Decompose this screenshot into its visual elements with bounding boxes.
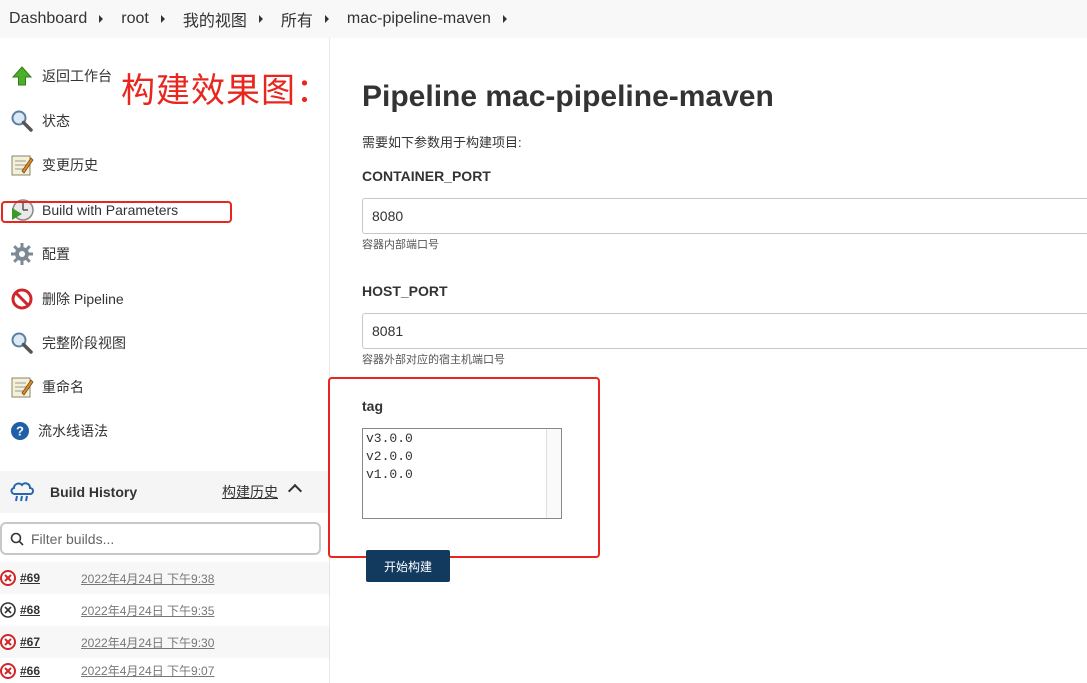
breadcrumb-dashboard[interactable]: Dashboard: [9, 10, 87, 28]
page-title: Pipeline mac-pipeline-maven: [362, 80, 774, 113]
build-date-link[interactable]: 2022年4月24日 下午9:07: [81, 662, 214, 679]
build-number-link[interactable]: #68: [20, 603, 40, 617]
task-changes[interactable]: 变更历史: [10, 152, 98, 178]
task-label: 完整阶段视图: [42, 335, 126, 351]
breadcrumb-arrow-icon[interactable]: [99, 15, 104, 23]
magnifier-icon: [10, 109, 34, 133]
build-date-link[interactable]: 2022年4月24日 下午9:35: [81, 602, 214, 619]
breadcrumb: Dashboard root 我的视图 所有 mac-pipeline-mave…: [0, 0, 1087, 38]
param-label-container-port: CONTAINER_PORT: [362, 168, 491, 184]
task-label: 删除 Pipeline: [42, 291, 124, 307]
aborted-status-icon: [0, 602, 16, 618]
param-help-container-port: 容器内部端口号: [362, 239, 439, 251]
build-row: #66 2022年4月24日 下午9:07: [0, 658, 329, 683]
task-configure[interactable]: 配置: [10, 241, 70, 267]
svg-text:?: ?: [16, 424, 24, 439]
task-full-stage-view[interactable]: 完整阶段视图: [10, 330, 126, 356]
task-status[interactable]: 状态: [10, 108, 70, 134]
breadcrumb-arrow-icon[interactable]: [324, 15, 329, 23]
filter-builds-input[interactable]: [31, 530, 291, 547]
task-label: 返回工作台: [42, 68, 112, 84]
task-label: 配置: [42, 246, 70, 262]
breadcrumb-arrow-icon[interactable]: [160, 15, 165, 23]
tag-option[interactable]: v1.0.0: [363, 466, 561, 484]
build-number-link[interactable]: #67: [20, 635, 40, 649]
notepad-icon: [10, 375, 34, 399]
up-arrow-icon: [10, 64, 34, 88]
failed-status-icon: [0, 634, 16, 650]
build-row: #69 2022年4月24日 下午9:38: [0, 562, 329, 594]
task-label: 流水线语法: [38, 423, 108, 439]
task-back-to-dashboard[interactable]: 返回工作台: [10, 63, 112, 89]
annotation-title: 构建效果图：: [121, 71, 331, 111]
highlight-box-build-params: [1, 201, 232, 223]
breadcrumb-root[interactable]: root: [121, 10, 149, 28]
param-help-host-port: 容器外部对应的宿主机端口号: [362, 354, 505, 366]
breadcrumb-my-view[interactable]: 我的视图: [183, 7, 247, 31]
build-history-title: Build History: [50, 484, 138, 500]
tag-option[interactable]: v2.0.0: [363, 448, 561, 466]
build-description: 需要如下参数用于构建项目:: [362, 135, 522, 150]
collapse-chevron-icon[interactable]: [287, 483, 303, 499]
param-input-container-port[interactable]: [362, 198, 1087, 234]
task-label: 状态: [42, 113, 70, 129]
breadcrumb-job[interactable]: mac-pipeline-maven: [347, 10, 491, 28]
cloud-rain-icon: [9, 481, 35, 508]
search-icon: [10, 532, 24, 546]
gear-icon: [10, 242, 34, 266]
param-label-host-port: HOST_PORT: [362, 283, 448, 299]
build-row: #67 2022年4月24日 下午9:30: [0, 626, 329, 658]
build-date-link[interactable]: 2022年4月24日 下午9:38: [81, 570, 214, 587]
help-icon: ?: [10, 421, 30, 441]
build-trend-link[interactable]: 构建历史: [222, 482, 278, 502]
build-date-link[interactable]: 2022年4月24日 下午9:30: [81, 634, 214, 651]
param-label-tag: tag: [362, 398, 383, 414]
start-build-button[interactable]: 开始构建: [366, 550, 450, 582]
tag-option[interactable]: v3.0.0: [363, 430, 561, 448]
task-pipeline-syntax[interactable]: ? 流水线语法: [10, 418, 108, 444]
breadcrumb-all[interactable]: 所有: [281, 7, 313, 31]
failed-status-icon: [0, 662, 16, 679]
task-label: 重命名: [42, 379, 84, 395]
notepad-icon: [10, 153, 34, 177]
breadcrumb-arrow-icon[interactable]: [258, 15, 263, 23]
scrollbar[interactable]: [546, 429, 561, 518]
build-history-header: Build History 构建历史: [0, 471, 329, 513]
build-row: #68 2022年4月24日 下午9:35: [0, 594, 329, 626]
build-number-link[interactable]: #69: [20, 571, 40, 585]
failed-status-icon: [0, 570, 16, 586]
task-delete-pipeline[interactable]: 删除 Pipeline: [10, 286, 124, 312]
filter-builds: [0, 522, 321, 555]
param-select-tag[interactable]: v3.0.0 v2.0.0 v1.0.0: [362, 428, 562, 519]
param-input-host-port[interactable]: [362, 313, 1087, 349]
magnifier-icon: [10, 331, 34, 355]
no-entry-icon: [10, 287, 34, 311]
task-label: 变更历史: [42, 157, 98, 173]
breadcrumb-arrow-icon[interactable]: [502, 15, 507, 23]
task-rename[interactable]: 重命名: [10, 374, 84, 400]
build-number-link[interactable]: #66: [20, 664, 40, 678]
